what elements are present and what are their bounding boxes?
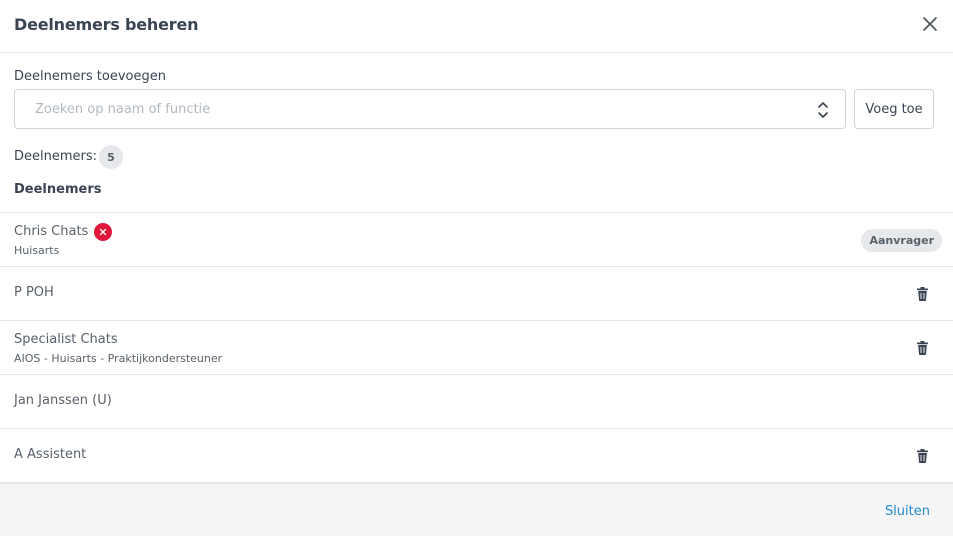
remove-icon[interactable] xyxy=(94,223,112,241)
add-participants-label: Deelnemers toevoegen xyxy=(14,69,166,84)
participant-row: Chris Chats Huisarts Aanvrager xyxy=(0,213,953,267)
participant-list: Chris Chats Huisarts Aanvrager P POH Spe… xyxy=(0,212,953,483)
participant-row: Specialist Chats AIOS - Huisarts - Prakt… xyxy=(0,321,953,375)
dialog-header: Deelnemers beheren xyxy=(0,0,953,53)
participant-search-input[interactable] xyxy=(16,91,806,127)
participant-count-label: Deelnemers: xyxy=(14,149,98,164)
participant-name: A Assistent xyxy=(14,447,87,462)
participant-search-select[interactable] xyxy=(14,89,846,129)
requester-badge: Aanvrager xyxy=(861,229,942,252)
participant-count-badge: 5 xyxy=(99,145,123,169)
dialog-footer: Sluiten xyxy=(0,483,953,536)
participant-name: P POH xyxy=(14,285,54,300)
participant-row: A Assistent xyxy=(0,429,953,483)
participant-name: Jan Janssen (U) xyxy=(14,393,112,408)
trash-icon[interactable] xyxy=(916,340,929,355)
dialog-title: Deelnemers beheren xyxy=(14,15,199,34)
trash-icon[interactable] xyxy=(916,448,929,463)
participant-name: Specialist Chats xyxy=(14,332,118,347)
participant-row: Jan Janssen (U) xyxy=(0,375,953,429)
add-button[interactable]: Voeg toe xyxy=(854,89,934,129)
close-icon[interactable] xyxy=(918,12,942,36)
participant-role: Huisarts xyxy=(14,244,60,257)
participant-name: Chris Chats xyxy=(14,224,89,239)
participants-heading: Deelnemers xyxy=(14,182,102,197)
close-button[interactable]: Sluiten xyxy=(885,504,930,519)
updown-chevron-icon[interactable] xyxy=(817,101,829,119)
trash-icon[interactable] xyxy=(916,286,929,301)
participant-row: P POH xyxy=(0,267,953,321)
participant-role: AIOS - Huisarts - Praktijkondersteuner xyxy=(14,352,223,365)
